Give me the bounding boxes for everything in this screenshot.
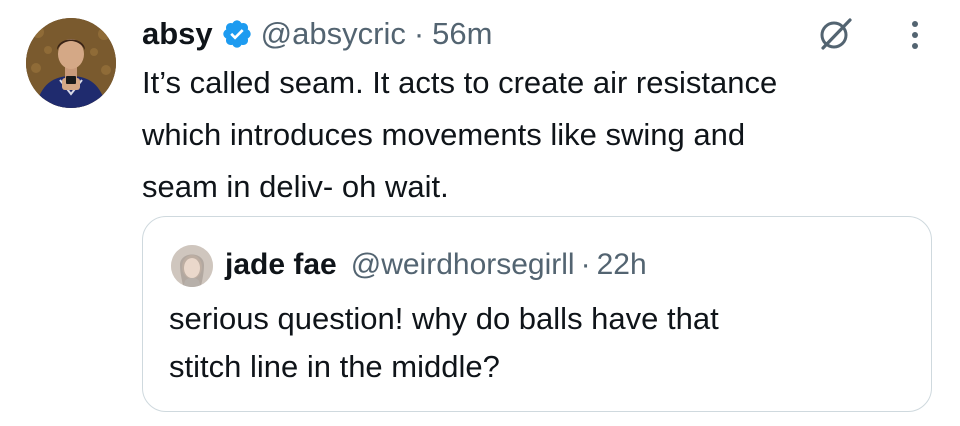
- avatar-photo-icon: [26, 18, 116, 108]
- more-vertical-icon[interactable]: [900, 18, 930, 52]
- author-handle[interactable]: @absycric: [261, 16, 406, 52]
- quoted-author-avatar[interactable]: [171, 245, 213, 287]
- tweet-text: It’s called seam. It acts to create air …: [142, 65, 778, 204]
- quoted-tweet-header: jade fae @weirdhorsegirll · 22h: [225, 243, 647, 287]
- avatar-photo-icon: [171, 245, 213, 287]
- quoted-author-display-name: jade fae: [225, 248, 337, 281]
- quoted-author-handle: @weirdhorsegirll: [350, 248, 575, 281]
- tweet-card[interactable]: absy @absycric · 56m It’s called seam. I…: [0, 0, 960, 426]
- tweet-timestamp[interactable]: 56m: [432, 16, 492, 52]
- quoted-tweet-text: serious question! why do balls have that…: [169, 301, 719, 384]
- separator-dot: ·: [413, 16, 425, 51]
- quoted-tweet-timestamp: 22h: [596, 248, 647, 281]
- verified-badge-icon[interactable]: [221, 18, 253, 50]
- author-avatar[interactable]: [26, 18, 116, 108]
- separator-dot: ·: [580, 248, 591, 281]
- author-display-name[interactable]: absy: [142, 16, 213, 52]
- tweet-header: absy @absycric · 56m: [142, 10, 492, 58]
- grok-icon[interactable]: [816, 14, 856, 54]
- quoted-tweet-card[interactable]: jade fae @weirdhorsegirll · 22h serious …: [142, 216, 932, 412]
